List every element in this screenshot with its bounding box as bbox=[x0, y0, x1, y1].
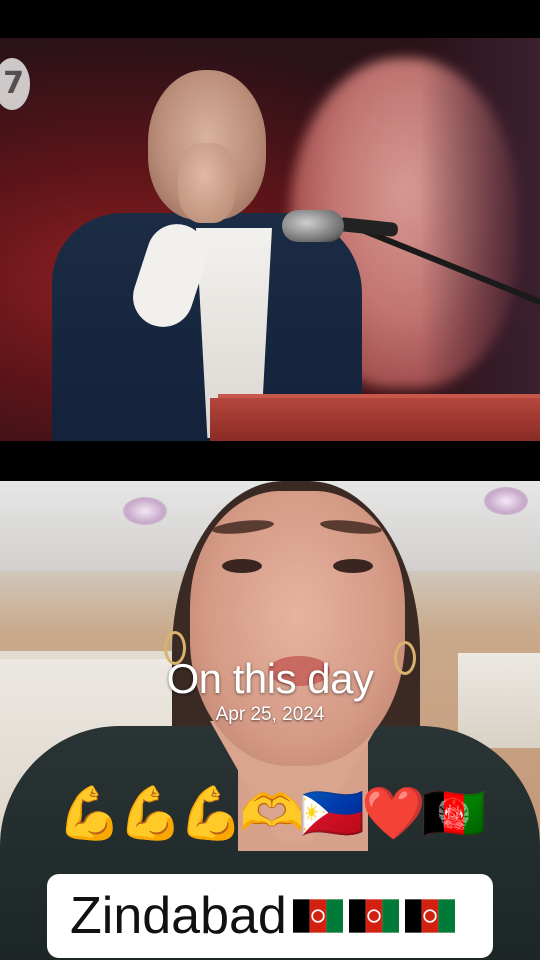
memory-date: Apr 25, 2024 bbox=[215, 704, 325, 725]
caption-text-line: Zindabad bbox=[70, 888, 490, 944]
on-this-day-title: On this day bbox=[166, 655, 374, 702]
middle-black-bar bbox=[0, 441, 540, 481]
afghanistan-flag-icon bbox=[404, 899, 455, 933]
emoji-sticker-row: 💪💪💪🫶🇵🇭❤️🇦🇫 bbox=[57, 784, 486, 844]
speaker-fist bbox=[178, 143, 236, 223]
top-black-bar bbox=[0, 0, 540, 38]
top-video-panel[interactable]: 7 bbox=[0, 38, 540, 441]
podium bbox=[210, 398, 540, 441]
afghanistan-flag-icon bbox=[348, 899, 399, 933]
afghanistan-flag-icon bbox=[292, 899, 343, 933]
microphone-icon bbox=[282, 210, 344, 242]
ceiling-light-icon bbox=[484, 487, 528, 515]
ceiling-light-icon bbox=[123, 497, 167, 525]
eye-left bbox=[222, 559, 262, 573]
poster-shadow bbox=[420, 38, 540, 441]
caption-text: Zindabad bbox=[70, 887, 287, 945]
eye-right bbox=[333, 559, 373, 573]
